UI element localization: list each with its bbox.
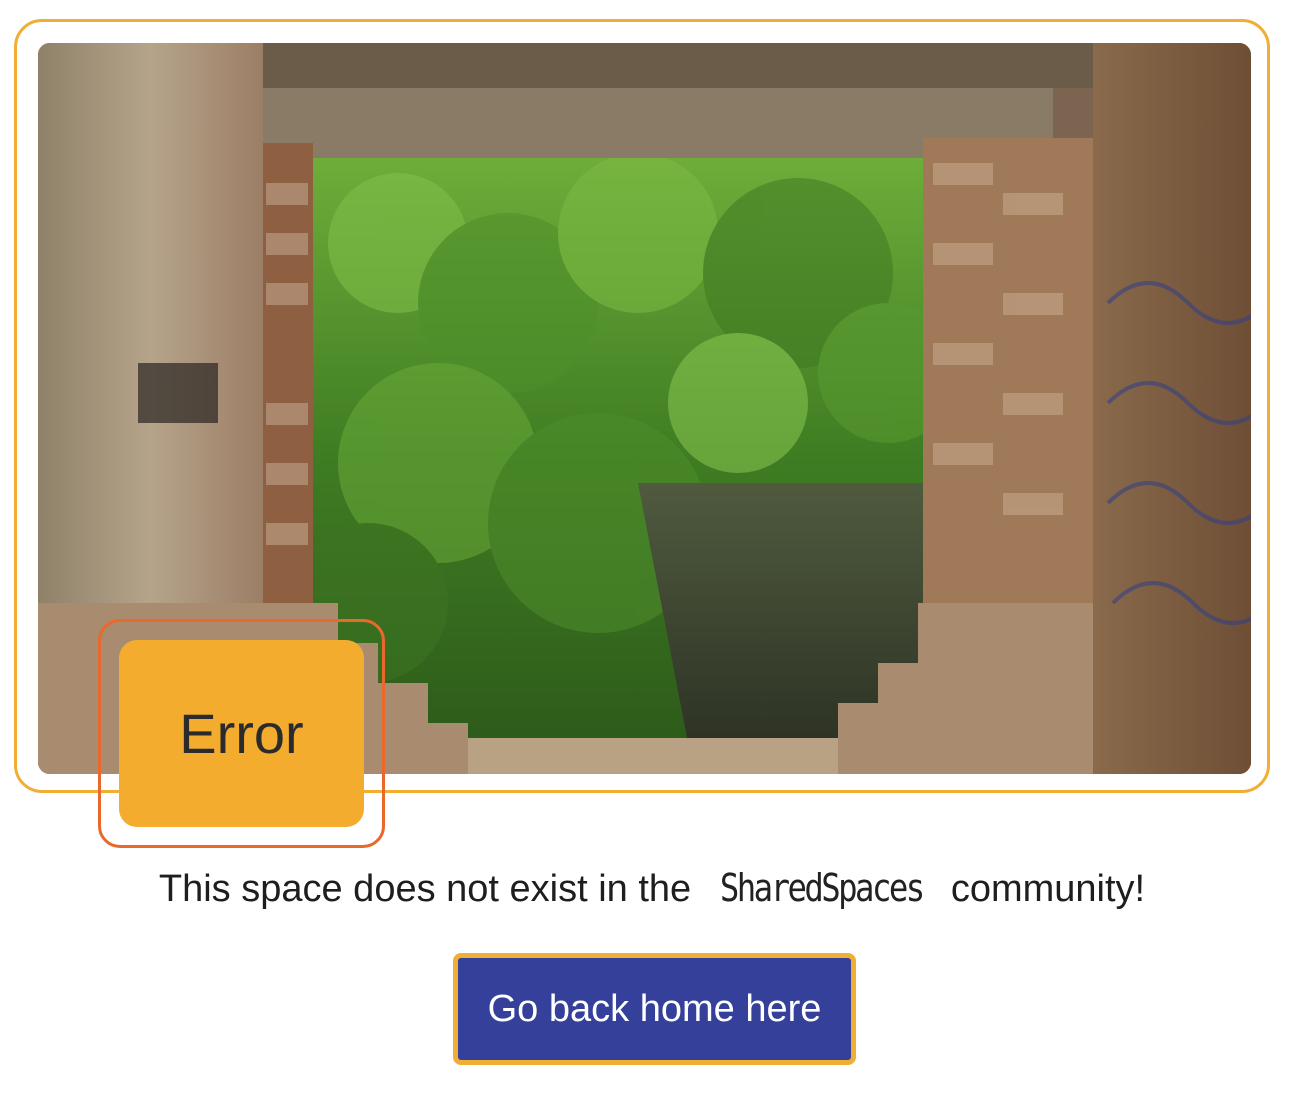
go-home-button[interactable]: Go back home here (453, 953, 856, 1065)
message-prefix: This space does not exist in the (158, 868, 702, 910)
brand-name: SharedSpaces (719, 866, 925, 910)
message-suffix: community! (940, 868, 1146, 910)
error-badge: Error (119, 640, 364, 827)
error-page: Error This space does not exist in the S… (0, 0, 1304, 1102)
error-message: This space does not exist in the SharedS… (0, 866, 1304, 911)
